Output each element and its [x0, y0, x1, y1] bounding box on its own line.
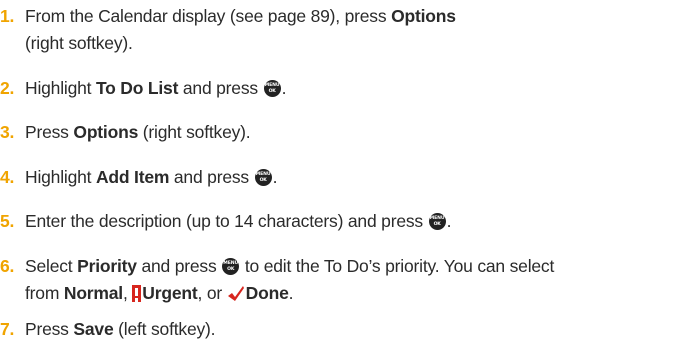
menu-ok-button-icon [254, 169, 272, 186]
priority-label: Priority [77, 256, 137, 276]
step-1: 1. From the Calendar display (see page 89… [0, 3, 456, 30]
step-number: 6. [0, 256, 15, 276]
step-number: 1. [0, 6, 15, 26]
step-1-continuation: (right softkey). [0, 30, 133, 57]
step-text: (left softkey). [113, 319, 216, 339]
step-text: (right softkey). [138, 122, 251, 142]
step-text: Press [25, 319, 74, 339]
options-label: Options [73, 122, 139, 142]
done-checkmark-icon [227, 286, 244, 301]
step-6: 6. Select Priority and press to edit the … [0, 253, 554, 280]
menu-ok-button-icon [263, 80, 281, 97]
step-4: 4. Highlight Add Item and press . [0, 164, 277, 191]
step-text: Press [25, 122, 74, 142]
step-text: and press [178, 78, 263, 98]
options-label: Options [391, 6, 456, 26]
step-3: 3. Press Options (right softkey). [0, 119, 251, 146]
urgent-exclamation-icon [132, 285, 142, 302]
normal-label: Normal [63, 283, 123, 303]
step-text: . [288, 283, 294, 303]
step-text: and press [169, 167, 254, 187]
step-text: , or [197, 283, 227, 303]
to-do-list-label: To Do List [95, 78, 179, 98]
step-number: 4. [0, 167, 15, 187]
step-7: 7. Press Save (left softkey). [0, 316, 216, 343]
step-number: 2. [0, 78, 15, 98]
step-text: Highlight [25, 167, 96, 187]
step-text: . [272, 167, 278, 187]
step-number: 3. [0, 122, 15, 142]
step-text: . [281, 78, 287, 98]
step-text: From the Calendar display (see page 89),… [25, 6, 392, 26]
step-text: from [25, 283, 64, 303]
step-text: to edit the To Do’s priority. You can se… [240, 256, 555, 276]
step-number: 7. [0, 319, 15, 339]
urgent-label: Urgent [142, 283, 198, 303]
step-2: 2. Highlight To Do List and press . [0, 75, 286, 102]
instruction-steps: 1. From the Calendar display (see page 89… [0, 0, 684, 347]
step-number: 5. [0, 211, 15, 231]
done-label: Done [245, 283, 289, 303]
menu-ok-button-icon [222, 258, 240, 275]
step-text: Select [25, 256, 78, 276]
step-text: , [122, 283, 133, 303]
save-label: Save [73, 319, 114, 339]
add-item-label: Add Item [95, 167, 170, 187]
step-text: . [446, 211, 452, 231]
step-6-continuation: from Normal, Urgent, or Done. [0, 280, 293, 307]
menu-ok-button-icon [428, 213, 446, 230]
step-text: Highlight [25, 78, 96, 98]
step-text: Enter the description (up to 14 characte… [25, 211, 428, 231]
step-5: 5. Enter the description (up to 14 charac… [0, 208, 451, 235]
step-text: (right softkey). [25, 33, 133, 53]
step-text: and press [136, 256, 222, 276]
